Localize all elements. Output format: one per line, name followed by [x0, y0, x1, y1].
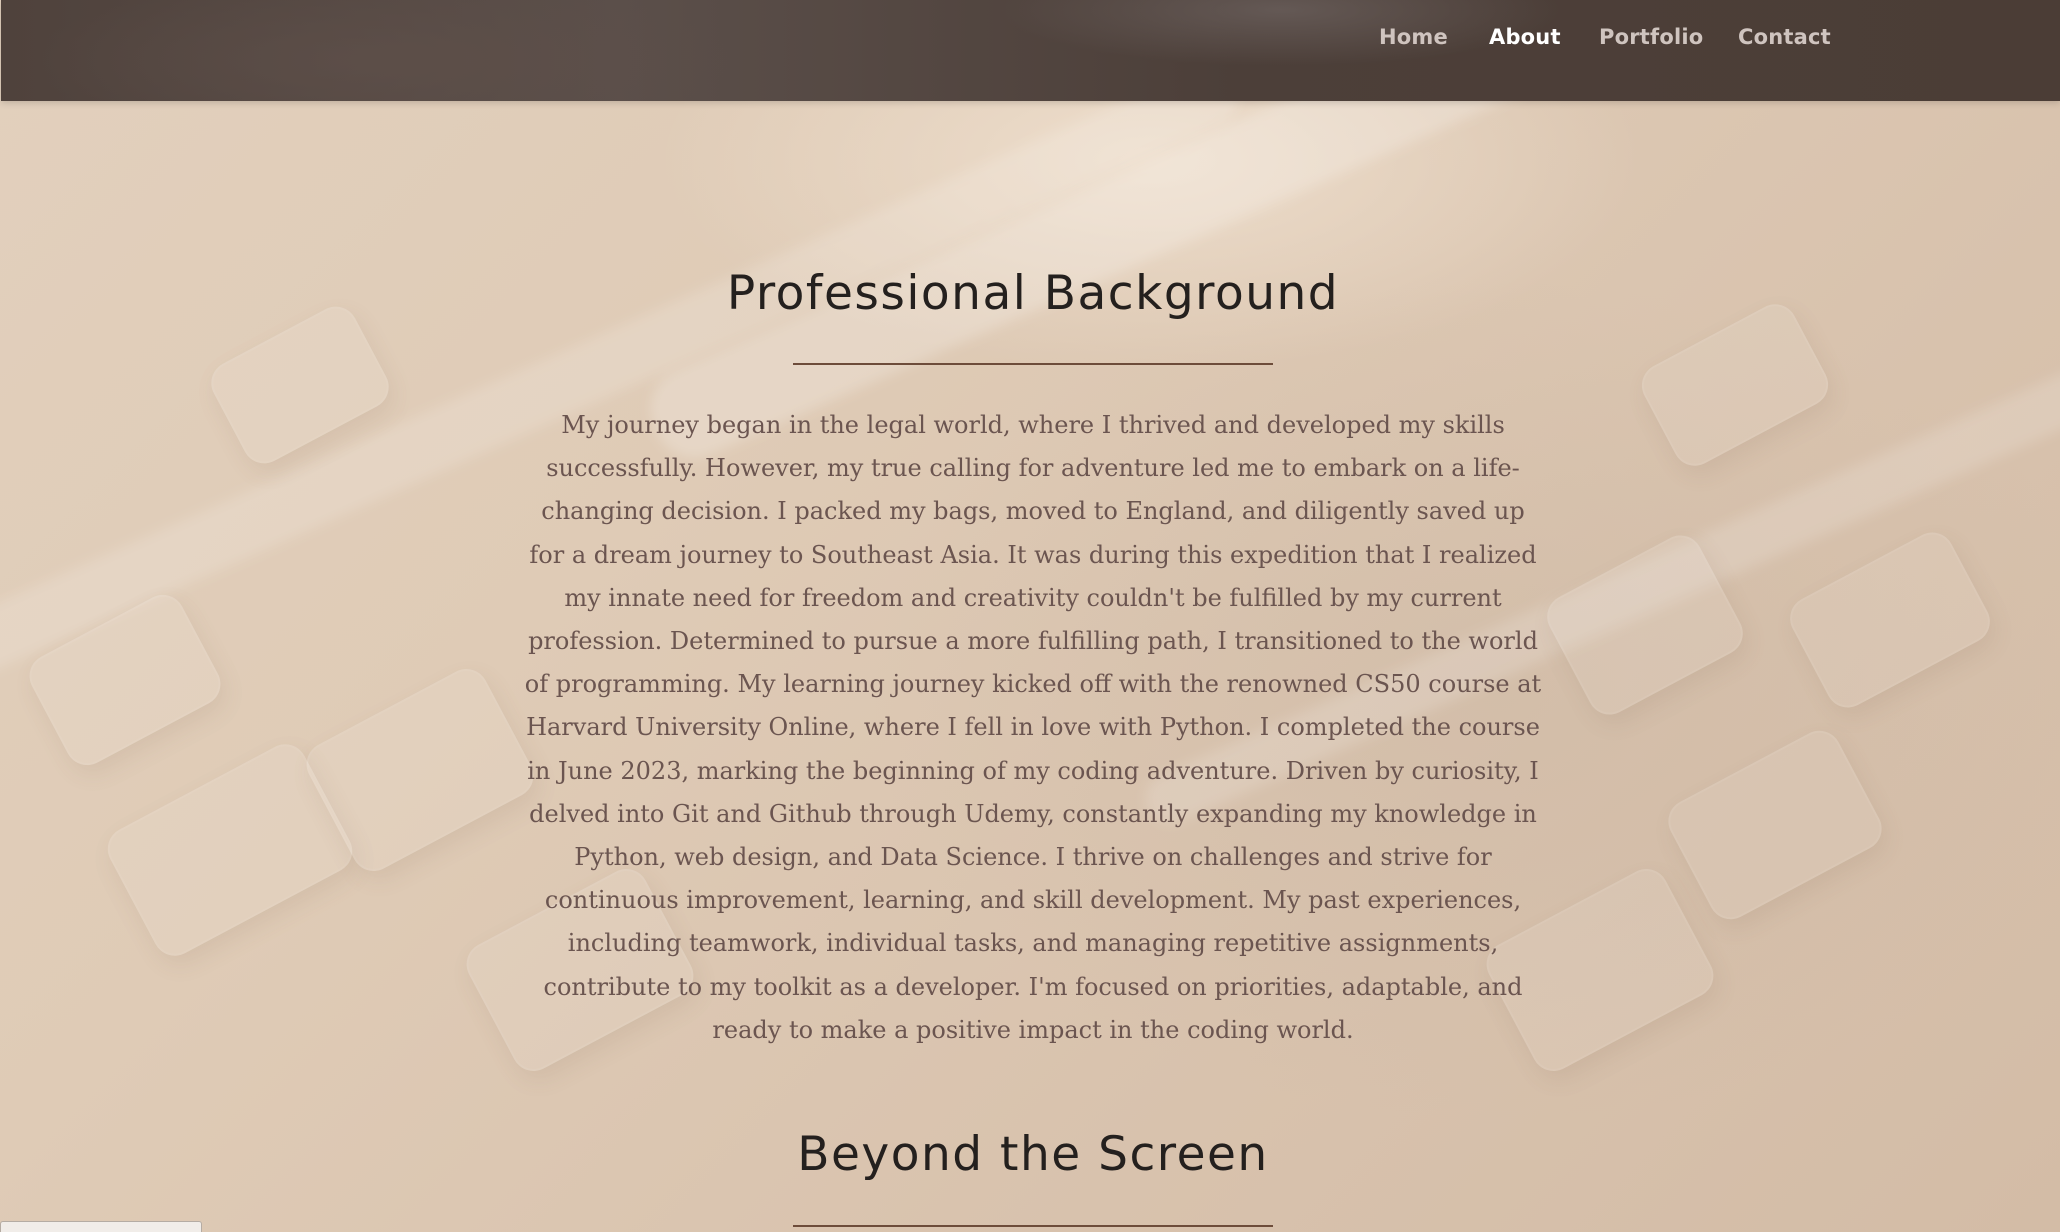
section-divider-2 [793, 1225, 1273, 1227]
beyond-the-screen-heading: Beyond the Screen [797, 1127, 1269, 1182]
professional-background-text: My journey began in the legal world, whe… [524, 411, 1542, 1044]
section-divider [793, 363, 1273, 365]
about-content: Professional Background My journey began… [0, 0, 2060, 1232]
professional-background-heading: Professional Background [726, 266, 1340, 321]
browser-status-tab [0, 1221, 202, 1232]
